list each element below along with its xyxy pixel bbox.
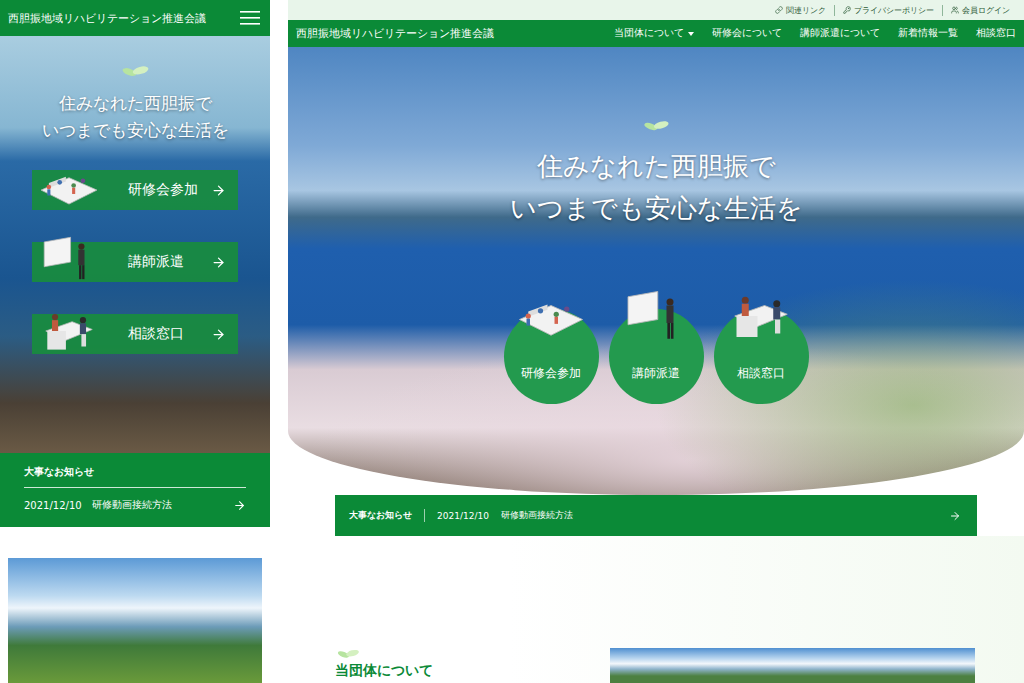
hero-heading: 住みなれた西胆振でいつまでも安心な生活を	[42, 90, 229, 144]
utility-link[interactable]: 会員ログイン	[942, 5, 1018, 16]
mobile-header: 西胆振地域リハビリテーション推進会議	[0, 0, 270, 36]
button-illustration	[38, 307, 100, 358]
circle-button[interactable]: 相談窓口	[714, 309, 809, 404]
notice-title: 大事なお知らせ	[349, 509, 425, 522]
utility-link[interactable]: プライバシーポリシー	[834, 5, 942, 16]
nav-item[interactable]: 相談窓口	[976, 27, 1016, 40]
consult-illustration-icon	[38, 307, 100, 355]
caret-down-icon	[688, 32, 694, 36]
hero-button[interactable]: 講師派遣	[32, 242, 238, 282]
hero-circles: 研修会参加講師派遣相談窓口	[504, 309, 809, 404]
landscape-photo	[610, 648, 975, 683]
site-title[interactable]: 西胆振地域リハビリテーション推進会議	[8, 11, 206, 26]
arrow-right-icon	[211, 183, 226, 198]
utility-link[interactable]: 関連リンク	[767, 5, 834, 16]
section-title: 当団体について	[335, 662, 433, 680]
hero-heading: 住みなれた西胆振でいつまでも安心な生活を	[510, 145, 803, 229]
mobile-view: 西胆振地域リハビリテーション推進会議住みなれた西胆振でいつまでも安心な生活を研修…	[0, 0, 270, 683]
seminar-illustration-icon	[516, 289, 586, 343]
notice-row[interactable]: 2021/12/10研修動画接続方法	[24, 488, 246, 512]
site-title[interactable]: 西胆振地域リハビリテーション推進会議	[296, 26, 494, 41]
button-illustration	[38, 235, 100, 286]
notice-bar[interactable]: 大事なお知らせ2021/12/10研修動画接続方法	[335, 495, 977, 536]
nav-item[interactable]: 研修会について	[712, 27, 782, 40]
leaf-icon	[335, 648, 361, 660]
button-illustration	[38, 163, 100, 214]
circle-illustration	[726, 289, 796, 346]
nav-list: 当団体について 研修会について 講師派遣について 新着情報一覧 相談窓口	[614, 27, 1016, 40]
circle-illustration	[516, 289, 586, 346]
users-icon	[951, 6, 959, 14]
lecturer-illustration-icon	[38, 235, 100, 283]
hero: 住みなれた西胆振でいつまでも安心な生活を研修会参加講師派遣相談窓口	[288, 47, 1024, 495]
arrow-right-icon	[949, 510, 961, 522]
arrow-right-icon	[211, 327, 226, 342]
arrow-right-icon	[211, 255, 226, 270]
nav-item[interactable]: 講師派遣について	[800, 27, 880, 40]
hero-button[interactable]: 相談窓口	[32, 314, 238, 354]
about-heading-block: 当団体について	[335, 536, 433, 683]
leaf-icon	[641, 119, 671, 133]
notice-title: 大事なお知らせ	[24, 465, 246, 488]
hero-buttons: 研修会参加講師派遣相談窓口	[32, 170, 238, 354]
lecturer-illustration-icon	[621, 289, 691, 343]
nav-bar: 西胆振地域リハビリテーション推進会議 当団体について 研修会について 講師派遣について…	[288, 20, 1024, 47]
notice[interactable]: 大事なお知らせ2021/12/10研修動画接続方法	[0, 453, 270, 527]
about-section: 当団体について	[288, 536, 1024, 683]
seminar-illustration-icon	[38, 163, 100, 211]
page: 西胆振地域リハビリテーション推進会議住みなれた西胆振でいつまでも安心な生活を研修…	[0, 0, 1024, 683]
desktop-view: 関連リンクプライバシーポリシー会員ログイン西胆振地域リハビリテーション推進会議当…	[288, 0, 1024, 683]
arrow-right-icon	[233, 499, 246, 512]
nav-item[interactable]: 新着情報一覧	[898, 27, 958, 40]
circle-illustration	[621, 289, 691, 346]
hero-button[interactable]: 研修会参加	[32, 170, 238, 210]
circle-button[interactable]: 研修会参加	[504, 309, 599, 404]
utility-bar: 関連リンクプライバシーポリシー会員ログイン	[288, 0, 1024, 20]
nav-item[interactable]: 当団体について	[614, 27, 694, 40]
menu-icon[interactable]	[240, 11, 260, 25]
landscape-photo	[8, 558, 262, 683]
circle-button[interactable]: 講師派遣	[609, 309, 704, 404]
link-icon	[775, 6, 783, 14]
consult-illustration-icon	[726, 289, 796, 343]
key-icon	[843, 6, 851, 14]
leaf-icon	[119, 64, 151, 78]
hero: 住みなれた西胆振でいつまでも安心な生活を研修会参加講師派遣相談窓口	[0, 36, 270, 453]
